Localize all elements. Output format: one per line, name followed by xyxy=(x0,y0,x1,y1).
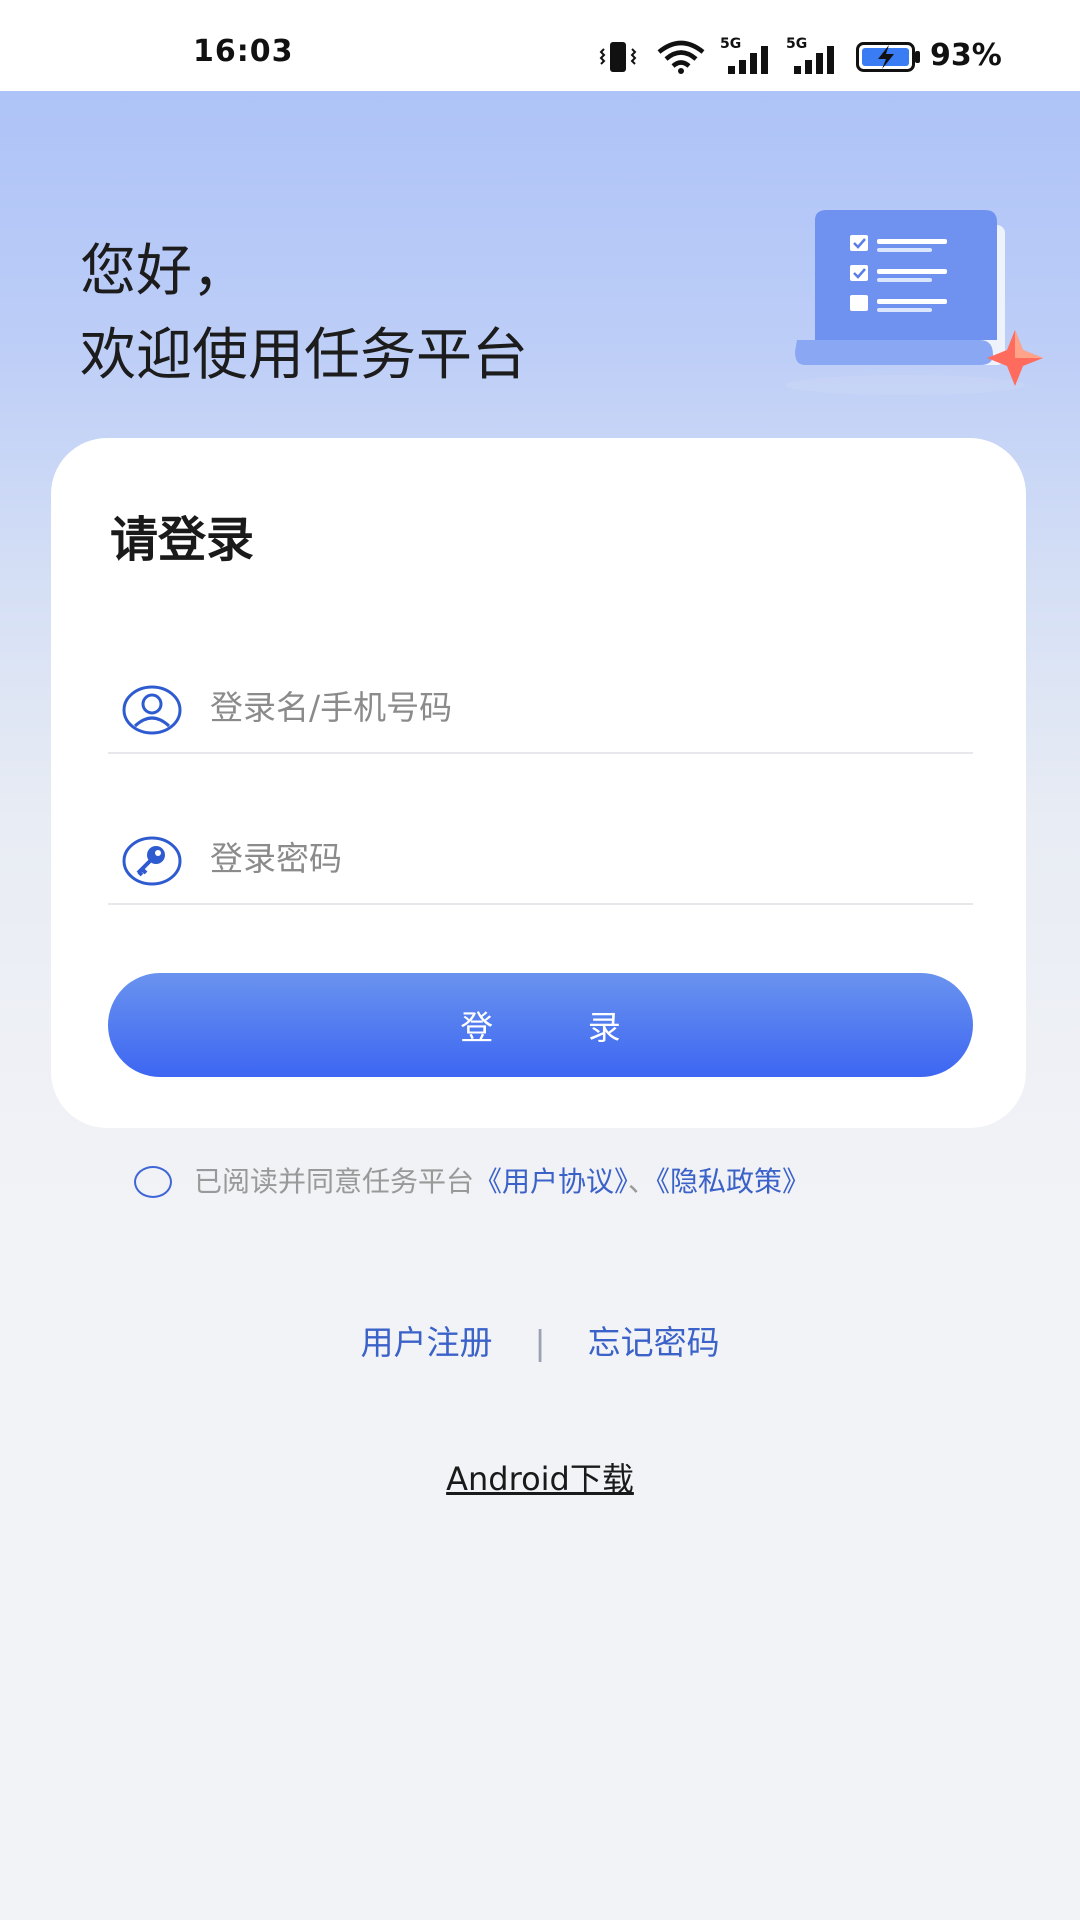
register-link[interactable]: 用户注册 xyxy=(360,1323,492,1362)
agreement-checkbox[interactable] xyxy=(134,1166,172,1198)
password-field xyxy=(108,803,973,905)
status-bar: 16:03 5G 5G 93% xyxy=(0,0,1080,91)
signal-5g-icon: 5G xyxy=(720,36,770,74)
android-download-link[interactable]: Android下载 xyxy=(0,1454,1080,1500)
key-icon xyxy=(122,836,182,886)
user-agreement-link[interactable]: 《用户协议》 xyxy=(474,1165,628,1198)
greeting-line-2: 欢迎使用任务平台 xyxy=(80,323,528,388)
login-button[interactable]: 登 录 xyxy=(108,973,973,1077)
agreement-prefix: 已阅读并同意任务平台 xyxy=(194,1165,475,1198)
battery-charging-icon xyxy=(856,42,920,72)
forgot-password-link[interactable]: 忘记密码 xyxy=(588,1323,720,1362)
greeting: 您好， 欢迎使用任务平台 xyxy=(80,230,528,398)
account-links: 用户注册 | 忘记密码 xyxy=(0,1316,1080,1364)
link-divider: | xyxy=(534,1323,546,1362)
privacy-policy-link[interactable]: 《隐私政策》 xyxy=(656,1165,810,1198)
user-icon xyxy=(122,685,182,735)
username-input[interactable] xyxy=(208,674,952,740)
agreement-text: 已阅读并同意任务平台《用户协议》、《隐私政策》 xyxy=(194,1164,810,1200)
task-list-illustration xyxy=(785,210,1043,395)
signal-5g-icon: 5G xyxy=(786,36,836,74)
status-time: 16:03 xyxy=(193,34,294,69)
wifi-icon xyxy=(657,40,705,74)
agreement-separator: 、 xyxy=(628,1165,657,1198)
battery-percent: 93% xyxy=(930,38,1002,73)
password-input[interactable] xyxy=(208,825,952,891)
vibrate-icon xyxy=(599,42,637,72)
greeting-line-1: 您好， xyxy=(80,239,248,304)
login-title: 请登录 xyxy=(110,512,255,568)
username-field xyxy=(108,652,973,754)
